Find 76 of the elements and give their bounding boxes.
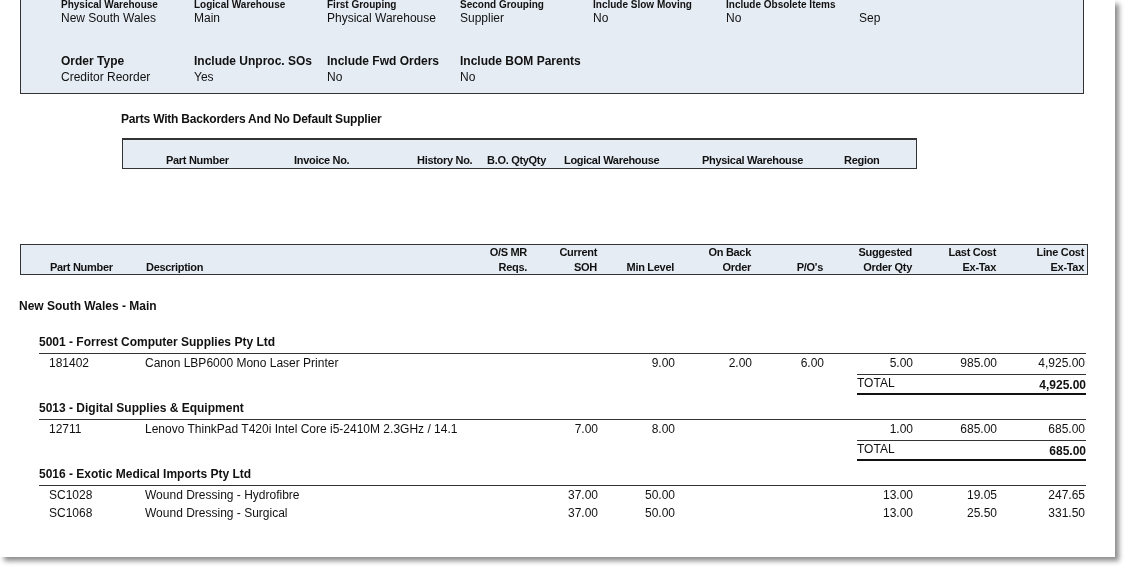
column-header: Current SOH bbox=[558, 245, 599, 275]
table-cell: 37.00 bbox=[567, 488, 598, 502]
table-cell: 8.00 bbox=[651, 422, 675, 436]
parameter-label: Include Obsolete Items bbox=[726, 0, 837, 10]
table-cell: Wound Dressing - Surgical bbox=[145, 506, 288, 520]
table-cell: Lenovo ThinkPad T420i Intel Core i5-2410M 2.3GHz / 14.1 bbox=[145, 422, 458, 436]
table-cell: 13.00 bbox=[882, 506, 913, 520]
table-cell: 50.00 bbox=[644, 488, 675, 502]
table-cell: Canon LBP6000 Mono Laser Printer bbox=[145, 356, 339, 370]
parameter-value: Yes bbox=[194, 69, 215, 85]
table-cell: 7.00 bbox=[574, 422, 598, 436]
parameter-value: No bbox=[327, 69, 344, 85]
parameter-label: First Grouping bbox=[327, 0, 398, 10]
column-header: B.O. QtyQty bbox=[487, 154, 548, 166]
total-label: TOTAL bbox=[857, 375, 895, 391]
table-cell: 685.00 bbox=[960, 422, 997, 436]
column-header: Part Number bbox=[49, 260, 114, 275]
table-cell: 331.50 bbox=[1048, 506, 1085, 520]
table-cell: 4,925.00 bbox=[1038, 356, 1085, 370]
table-cell: 247.65 bbox=[1048, 488, 1085, 502]
table-cell: 985.00 bbox=[960, 356, 997, 370]
table-cell: 1.00 bbox=[889, 422, 913, 436]
column-header: Last Cost Ex-Tax bbox=[947, 245, 998, 275]
table-cell: 685.00 bbox=[1048, 422, 1085, 436]
column-header: Invoice No. bbox=[294, 154, 351, 166]
region-heading: New South Wales - Main bbox=[19, 299, 158, 313]
supplier-heading: 5013 - Digital Supplies & Equipment bbox=[39, 401, 1086, 420]
parameter-value: Creditor Reorder bbox=[61, 69, 152, 85]
section-title: Parts With Backorders And No Default Supplier bbox=[121, 112, 383, 126]
parameter-value: Physical Warehouse bbox=[327, 10, 437, 26]
column-header: Physical Warehouse bbox=[702, 154, 805, 166]
column-header: Min Level bbox=[625, 260, 675, 275]
table-cell: 19.05 bbox=[966, 488, 997, 502]
table-cell: Wound Dressing - Hydrofibre bbox=[145, 488, 300, 502]
column-header: P/O's bbox=[795, 260, 824, 275]
column-header: Logical Warehouse bbox=[564, 154, 661, 166]
column-header: Region bbox=[844, 154, 881, 166]
table-cell: SC1028 bbox=[49, 488, 93, 502]
table-cell: 9.00 bbox=[651, 356, 675, 370]
parameter-label: Include BOM Parents bbox=[460, 54, 582, 69]
table-cell: 50.00 bbox=[644, 506, 675, 520]
parameter-value: Main bbox=[194, 10, 221, 26]
column-header: Suggested Order Qty bbox=[857, 245, 913, 275]
parameter-label: Include Slow Moving bbox=[593, 0, 693, 10]
column-header: Description bbox=[146, 260, 205, 275]
parameter-label: Second Grouping bbox=[460, 0, 545, 10]
table-cell: 37.00 bbox=[567, 506, 598, 520]
parameter-label: Include Fwd Orders bbox=[327, 54, 441, 69]
parameter-label: Order Type bbox=[61, 54, 126, 69]
parameter-value: New South Wales bbox=[61, 10, 157, 26]
parameter-label: Logical Warehouse bbox=[194, 0, 287, 10]
parameter-value: No bbox=[593, 10, 610, 26]
column-header: History No. bbox=[417, 154, 474, 166]
column-header: Part Number bbox=[166, 154, 230, 166]
table-cell: 25.50 bbox=[966, 506, 997, 520]
total-label: TOTAL bbox=[857, 441, 895, 457]
total-value: 685.00 bbox=[1049, 443, 1086, 459]
supplier-heading: 5016 - Exotic Medical Imports Pty Ltd bbox=[39, 467, 1086, 486]
parameter-label: Include Unproc. SOs bbox=[194, 54, 314, 69]
parameter-value: No bbox=[726, 10, 743, 26]
column-header: O/S MR Reqs. bbox=[488, 245, 528, 275]
table-cell: 13.00 bbox=[882, 488, 913, 502]
total-value: 4,925.00 bbox=[1039, 377, 1086, 393]
parameter-value: Sep bbox=[859, 10, 882, 26]
parameter-value: Supplier bbox=[460, 10, 506, 26]
supplier-heading: 5001 - Forrest Computer Supplies Pty Ltd bbox=[39, 335, 1086, 354]
table-cell: 2.00 bbox=[728, 356, 752, 370]
parameter-label: Physical Warehouse bbox=[61, 0, 159, 10]
column-header: Line Cost Ex-Tax bbox=[1035, 245, 1086, 275]
parameter-value: No bbox=[460, 69, 477, 85]
table-cell: SC1068 bbox=[49, 506, 93, 520]
table-cell: 6.00 bbox=[800, 356, 824, 370]
table-cell: 5.00 bbox=[889, 356, 913, 370]
column-header: On Back Order bbox=[707, 245, 752, 275]
table-cell: 181402 bbox=[49, 356, 90, 370]
table-cell: 12711 bbox=[49, 422, 82, 436]
